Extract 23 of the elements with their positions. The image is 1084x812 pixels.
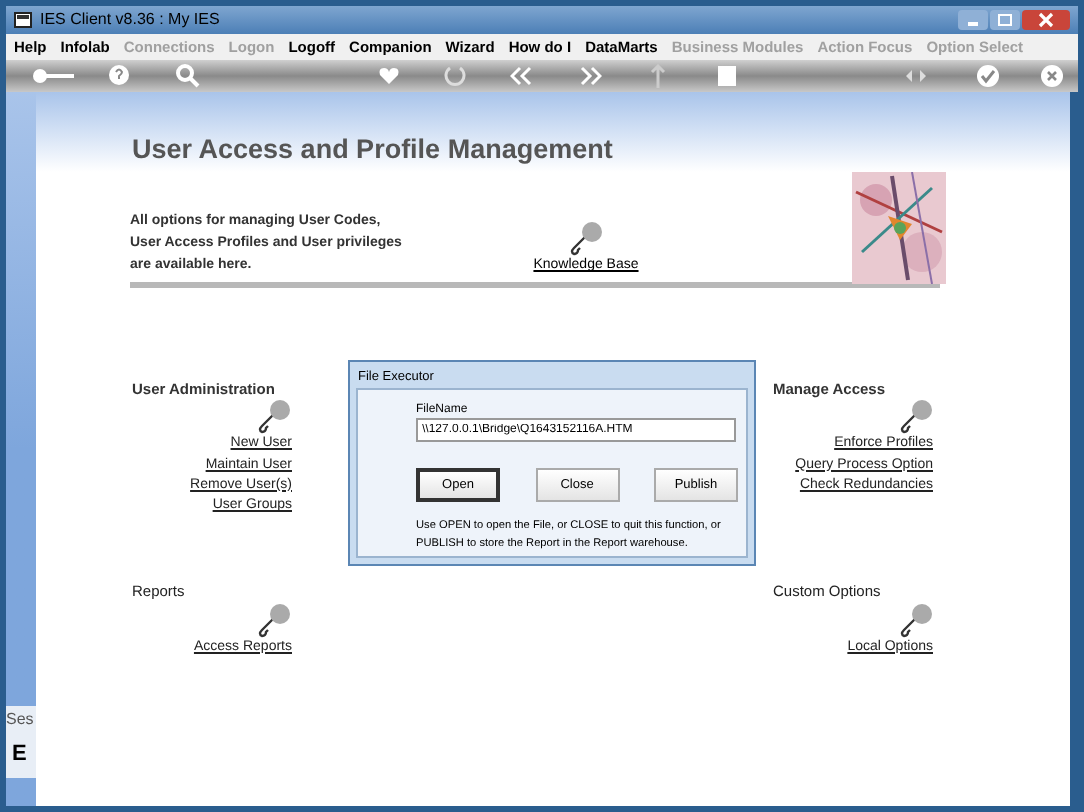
back-icon[interactable]: [510, 66, 532, 86]
up-icon[interactable]: [650, 64, 666, 88]
panel-label: Ses: [6, 710, 36, 730]
key-icon: [568, 222, 604, 256]
panel-letter: E: [10, 740, 29, 766]
key-icon: [256, 603, 292, 638]
key-icon[interactable]: [32, 68, 76, 84]
close-icon[interactable]: [1022, 10, 1070, 30]
key-icon: [897, 400, 933, 435]
check-icon[interactable]: [976, 64, 1000, 88]
app-icon: [14, 12, 32, 28]
forward-icon[interactable]: [580, 66, 602, 86]
search-icon[interactable]: [176, 64, 200, 88]
key-icon: [256, 400, 292, 435]
window-title: IES Client v8.36 : My IES: [40, 8, 220, 32]
refresh-icon[interactable]: [444, 64, 466, 88]
help-icon[interactable]: [108, 64, 130, 86]
minimize-icon[interactable]: [958, 10, 988, 30]
close-icon[interactable]: [1040, 64, 1064, 88]
heart-icon[interactable]: [378, 66, 400, 86]
page-title: User Access and Profile Management: [132, 134, 613, 164]
key-icon: [897, 603, 933, 638]
maximize-icon[interactable]: [990, 10, 1020, 30]
